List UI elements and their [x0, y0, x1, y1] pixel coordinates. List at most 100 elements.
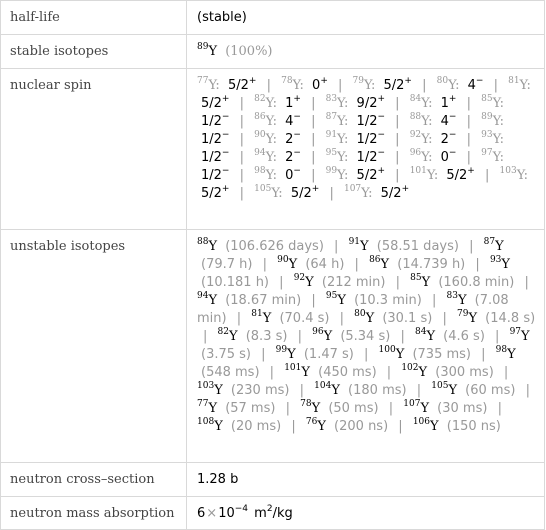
mass-number: 81: [508, 76, 520, 86]
separator: |: [395, 275, 401, 290]
mass-number: 101: [284, 363, 302, 373]
parity: −: [448, 148, 457, 158]
separator: |: [239, 96, 244, 111]
mass-number: 91: [348, 237, 361, 247]
spin-value: 1/2−: [353, 131, 385, 148]
element-symbol: Y: [421, 275, 431, 290]
mass-number: 105: [254, 184, 272, 194]
mass-number: 104: [314, 381, 332, 391]
element-symbol: Y: [262, 311, 272, 326]
element-symbol: Y: [317, 419, 326, 434]
mass-number: 95: [325, 291, 338, 301]
half-life: (14.739 h): [397, 257, 466, 272]
element-symbol: Y: [495, 239, 504, 254]
isotope-symbol: 93Y:: [481, 131, 504, 148]
separator: |: [495, 329, 500, 344]
mass-number: 98: [495, 345, 508, 355]
separator: |: [203, 329, 208, 344]
parity: −: [377, 148, 386, 158]
mass-number: 93: [489, 255, 502, 265]
mass-number: 84: [409, 94, 422, 104]
isotope-symbol: 87Y:: [326, 113, 349, 130]
isotope-symbol: 81Y: [251, 310, 272, 327]
isotope-symbol: 88Y:: [410, 113, 433, 130]
half-life: (30 ms): [437, 401, 488, 416]
mass-number: 88: [197, 237, 209, 247]
isotope-symbol: 99Y: [275, 345, 296, 363]
spin-entry: 90Y: 2−: [254, 131, 301, 148]
isotope-symbol: 101Y:: [410, 167, 439, 184]
mass-number: 95: [325, 148, 338, 158]
separator: |: [239, 168, 244, 183]
isotope-symbol: 78Y: [300, 400, 320, 417]
isotope-symbol: 104Y: [314, 381, 340, 399]
stable-isotope-symbol: 89Y: [197, 43, 218, 60]
element-symbol: Y: [507, 347, 516, 362]
separator: |: [311, 114, 316, 129]
unit-rest: /kg: [272, 506, 293, 521]
spin-number: 5/2: [380, 186, 402, 201]
separator: |: [334, 239, 339, 254]
separator: |: [422, 78, 427, 93]
parity: −: [475, 76, 484, 86]
isotope-symbol: 105Y:: [254, 184, 283, 202]
element-symbol: Y:: [516, 168, 529, 183]
isotope-symbol: 84Y: [415, 328, 435, 345]
mass-number: 92: [293, 273, 306, 283]
mass-number: 96: [409, 148, 422, 158]
element-symbol: Y: [337, 293, 346, 308]
half-life: (10.3 min): [354, 293, 422, 308]
element-symbol: Y:: [337, 150, 349, 165]
spin-number: 1/2: [356, 132, 378, 147]
half-life: (230 ms): [230, 383, 290, 398]
parity: +: [311, 184, 320, 194]
spin-number: 1/2: [201, 132, 222, 147]
parity: +: [377, 166, 386, 176]
separator: |: [386, 365, 392, 380]
parity: −: [293, 112, 301, 122]
separator: |: [266, 78, 271, 93]
exponent: −4: [234, 504, 249, 514]
parity: −: [293, 148, 301, 158]
element-symbol: Y:: [426, 168, 439, 183]
mass-number: 85: [410, 273, 422, 283]
mass-number: 91: [325, 130, 338, 140]
element-symbol: Y: [208, 239, 218, 254]
parity: −: [221, 112, 230, 122]
spin-number: 1/2: [201, 114, 222, 129]
mass-number: 102: [401, 363, 419, 373]
mass-number: 82: [217, 327, 229, 337]
isotope-symbol: 99Y:: [326, 167, 349, 184]
element-symbol: Y:: [421, 150, 433, 165]
spin-number: 5/2: [446, 168, 468, 183]
mass-number: 79: [456, 309, 469, 319]
isotope-symbol: 80Y:: [437, 77, 460, 94]
mass-number: 89: [481, 112, 493, 122]
element-symbol: Y: [208, 44, 218, 59]
mass-number: 99: [275, 345, 288, 355]
mass-number: 94: [254, 148, 266, 158]
element-symbol: Y:: [361, 186, 373, 201]
parity: −: [448, 112, 457, 122]
mass-number: 107: [343, 184, 362, 194]
spin-value: 5/2+: [224, 77, 256, 94]
isotope-symbol: 80Y: [354, 309, 374, 327]
element-symbol: Y: [208, 401, 218, 416]
parity: +: [448, 94, 457, 104]
spin-entry: 99Y: 5/2+: [326, 166, 386, 184]
separator: |: [503, 365, 509, 380]
half-life: (79.7 h): [201, 257, 253, 272]
half-life: (58.51 days): [376, 239, 459, 254]
isotope-symbol: 98Y:: [254, 167, 277, 184]
spin-number: 4: [440, 114, 449, 129]
spin-number: 5/2: [356, 168, 378, 183]
half-life: (10.181 h): [201, 275, 270, 290]
element-symbol: Y: [228, 329, 238, 344]
separator: |: [431, 293, 437, 308]
mass-number: 80: [354, 309, 366, 319]
isotope-symbol: 85Y: [410, 273, 431, 291]
separator: |: [239, 150, 244, 165]
element-symbol: Y: [360, 239, 369, 254]
element-symbol: Y: [323, 329, 333, 344]
parity: +: [401, 184, 410, 194]
